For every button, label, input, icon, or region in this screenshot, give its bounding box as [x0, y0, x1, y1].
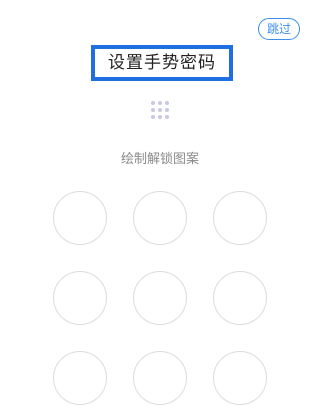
pattern-preview-icon	[151, 101, 169, 119]
preview-dot	[158, 101, 162, 105]
title-highlight-box: 设置手势密码	[91, 45, 233, 81]
pattern-node[interactable]	[53, 271, 107, 325]
preview-dot	[165, 115, 169, 119]
pattern-node[interactable]	[213, 351, 267, 405]
pattern-hint: 绘制解锁图案	[120, 152, 199, 167]
preview-dot	[165, 101, 169, 105]
preview-dot	[165, 108, 169, 112]
preview-dot	[158, 115, 162, 119]
preview-dot	[158, 108, 162, 112]
preview-dot	[151, 115, 155, 119]
pattern-node[interactable]	[133, 351, 187, 405]
skip-button[interactable]: 跳过	[258, 18, 300, 40]
pattern-lock-grid[interactable]	[53, 191, 267, 405]
preview-dot	[151, 108, 155, 112]
pattern-node[interactable]	[213, 271, 267, 325]
pattern-node[interactable]	[213, 191, 267, 245]
pattern-node[interactable]	[133, 191, 187, 245]
preview-dot	[151, 101, 155, 105]
pattern-node[interactable]	[53, 191, 107, 245]
pattern-node[interactable]	[133, 271, 187, 325]
page-title: 设置手势密码	[108, 53, 216, 73]
pattern-node[interactable]	[53, 351, 107, 405]
